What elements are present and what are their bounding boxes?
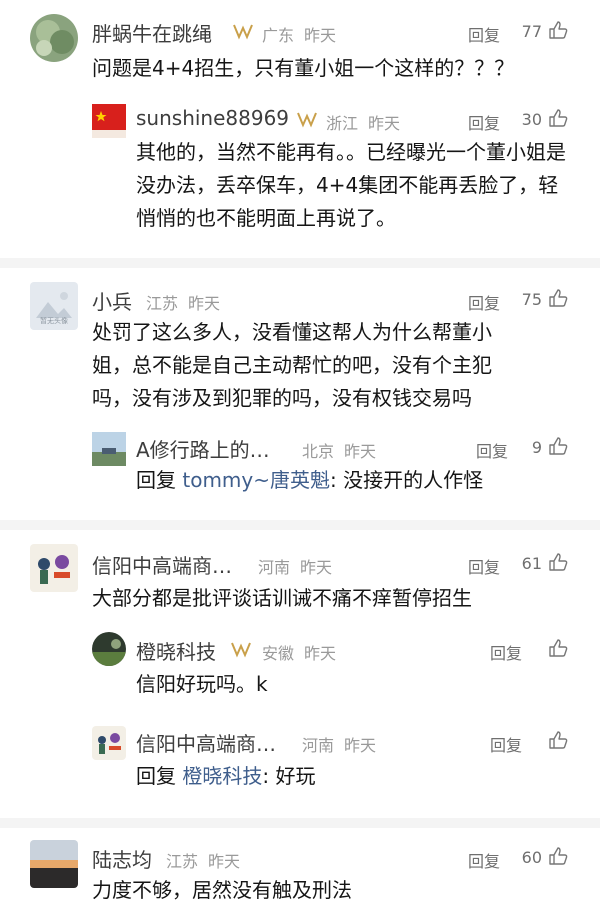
username[interactable]: 陆志均 xyxy=(92,844,152,873)
reply-button[interactable]: 回复 xyxy=(468,22,500,46)
comment-text: 问题是4+4招生，只有董小姐一个这样的？？？ xyxy=(92,56,515,80)
timestamp: 昨天 xyxy=(304,644,337,663)
timestamp: 昨天 xyxy=(344,736,377,755)
username[interactable]: sunshine88969 xyxy=(136,106,289,130)
thumbs-up-icon[interactable] xyxy=(548,20,568,40)
reply-text: 信阳好玩吗。k xyxy=(136,672,268,696)
comment-item: 暂无头像 小兵 江苏 昨天 回复 75 处罚了这么多人，没看懂这帮人为什么帮董小… xyxy=(0,270,600,520)
location: 河南 xyxy=(302,736,335,755)
reply-button[interactable]: 回复 xyxy=(468,554,500,578)
comment-text: 大部分都是批评谈话训诫不痛不痒暂停招生 xyxy=(92,586,472,610)
thumbs-up-icon[interactable] xyxy=(548,846,568,866)
timestamp: 昨天 xyxy=(304,26,337,45)
reply-body: : 没接开的人作怪 xyxy=(330,468,484,492)
username[interactable]: 胖蜗牛在跳绳 xyxy=(92,18,212,47)
avatar[interactable] xyxy=(30,840,78,888)
avatar[interactable] xyxy=(92,104,126,138)
reply-button[interactable]: 回复 xyxy=(490,732,522,756)
username[interactable]: 信阳中高端商… xyxy=(136,728,276,757)
reply-button[interactable]: 回复 xyxy=(490,640,522,664)
reply-target-user[interactable]: tommy~唐英魁 xyxy=(182,468,330,492)
like-count: 75 xyxy=(521,290,542,309)
location: 河南 xyxy=(258,558,291,577)
comment-item: 信阳中高端商… 河南 昨天 回复 61 大部分都是批评谈话训诫不痛不痒暂停招生 … xyxy=(0,530,600,820)
reply-button[interactable]: 回复 xyxy=(468,848,500,872)
timestamp: 昨天 xyxy=(368,114,401,133)
thumbs-up-icon[interactable] xyxy=(548,552,568,572)
thumbs-up-icon[interactable] xyxy=(548,638,568,658)
avatar[interactable] xyxy=(92,726,126,760)
location: 江苏 xyxy=(166,852,199,871)
thumbs-up-icon[interactable] xyxy=(548,108,568,128)
location: 江苏 xyxy=(146,294,179,313)
like-count: 30 xyxy=(521,110,542,129)
comment-text: 力度不够，居然没有触及刑法 xyxy=(92,878,352,902)
username[interactable]: 信阳中高端商… xyxy=(92,550,232,579)
avatar[interactable] xyxy=(30,544,78,592)
thumbs-up-icon[interactable] xyxy=(548,288,568,308)
reply-button[interactable]: 回复 xyxy=(468,110,500,134)
thumbs-up-icon[interactable] xyxy=(548,436,568,456)
comment-item: 陆志均 江苏 昨天 回复 60 力度不够，居然没有触及刑法 xyxy=(0,828,600,912)
thumbs-up-icon[interactable] xyxy=(548,730,568,750)
location: 北京 xyxy=(302,442,335,461)
timestamp: 昨天 xyxy=(300,558,333,577)
vip-badge-icon xyxy=(297,112,317,128)
comment-text: 处罚了这么多人，没看懂这帮人为什么帮董小姐，总不能是自己主动帮忙的吧，没有个主犯… xyxy=(92,320,492,410)
timestamp: 昨天 xyxy=(188,294,221,313)
vip-badge-icon xyxy=(233,24,253,40)
reply-prefix: 回复 xyxy=(136,764,183,788)
divider xyxy=(0,520,600,530)
location: 浙江 xyxy=(326,114,359,133)
username[interactable]: 小兵 xyxy=(92,286,132,315)
reply-target-user[interactable]: 橙晓科技 xyxy=(182,764,262,788)
reply-text: 回复 tommy~唐英魁: 没接开的人作怪 xyxy=(136,464,566,497)
location: 安徽 xyxy=(262,644,295,663)
reply-text: 其他的，当然不能再有。。已经曝光一个董小姐是没办法，丢卒保车，4+4集团不能再丢… xyxy=(136,140,566,230)
reply-body: : 好玩 xyxy=(262,764,316,788)
reply-text: 回复 橙晓科技: 好玩 xyxy=(136,760,566,793)
divider xyxy=(0,258,600,268)
avatar[interactable] xyxy=(92,432,126,466)
timestamp: 昨天 xyxy=(344,442,377,461)
vip-badge-icon xyxy=(231,642,251,658)
reply-prefix: 回复 xyxy=(136,468,183,492)
username[interactable]: 橙晓科技 xyxy=(136,636,216,665)
comment-item: 胖蜗牛在跳绳 广东 昨天 回复 77 问题是4+4招生，只有董小姐一个这样的？？… xyxy=(0,0,600,270)
avatar-placeholder-text: 暂无头像 xyxy=(40,317,68,325)
like-count: 60 xyxy=(521,848,542,867)
like-count: 61 xyxy=(521,554,542,573)
like-count: 77 xyxy=(521,22,542,41)
reply-button[interactable]: 回复 xyxy=(468,290,500,314)
timestamp: 昨天 xyxy=(208,852,241,871)
avatar[interactable] xyxy=(92,632,126,666)
username[interactable]: A修行路上的… xyxy=(136,434,270,463)
divider xyxy=(0,818,600,828)
avatar[interactable] xyxy=(30,14,78,62)
like-count: 9 xyxy=(531,438,542,457)
location: 广东 xyxy=(262,26,295,45)
